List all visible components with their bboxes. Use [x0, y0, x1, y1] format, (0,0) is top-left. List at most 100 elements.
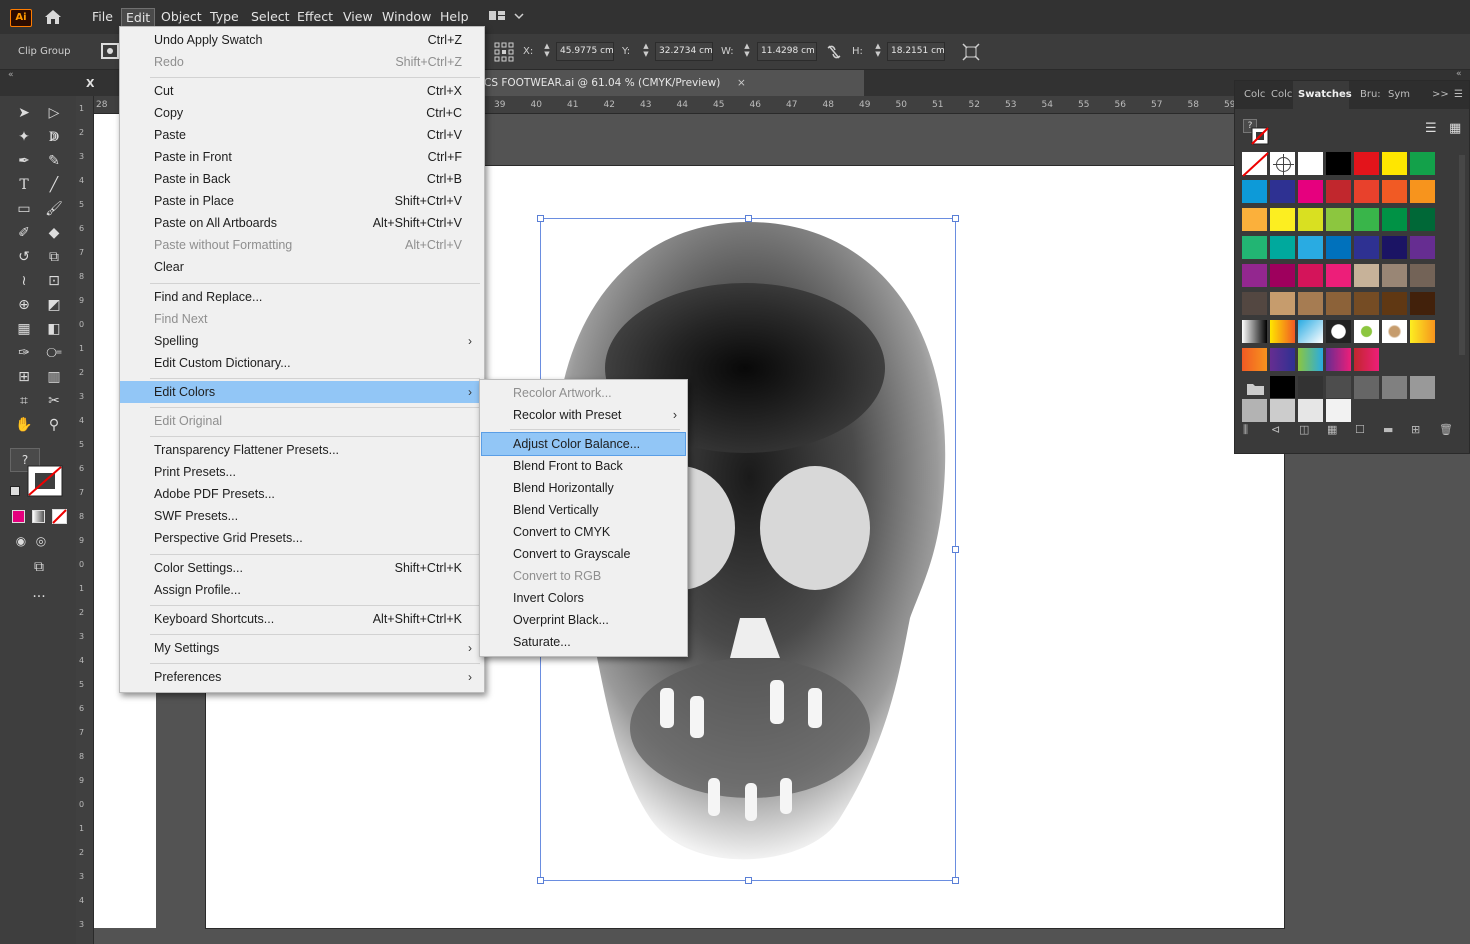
menu-item-undo[interactable]: Undo Apply Swatch Ctrl+Z	[120, 29, 484, 51]
gradient-swatch[interactable]	[1325, 319, 1352, 344]
list-view-icon[interactable]: ☰	[1425, 121, 1437, 136]
menu-item-paste-in-place[interactable]: Paste in Place Shift+Ctrl+V	[120, 190, 484, 212]
tab-swatches[interactable]: Swatches	[1298, 89, 1352, 100]
new-group-icon[interactable]: ▬	[1383, 423, 1403, 436]
tab-brushes[interactable]: Bru:	[1360, 89, 1381, 100]
menu-item-find-and-replace[interactable]: Find and Replace...	[120, 286, 484, 308]
gradient-swatch[interactable]	[1241, 319, 1268, 344]
rotate-tool-icon[interactable]: ↺	[13, 246, 35, 268]
handle-middle-right[interactable]	[952, 546, 959, 553]
submenu-item-blend-front-to-back[interactable]: Blend Front to Back	[480, 455, 687, 477]
home-icon[interactable]	[42, 8, 64, 26]
artboard-tool-icon[interactable]: ⌗	[13, 390, 35, 412]
gray-swatch[interactable]	[1409, 375, 1436, 400]
lasso-tool-icon[interactable]: ↇ	[43, 126, 65, 148]
color-swatch[interactable]	[1353, 291, 1380, 316]
color-swatch[interactable]	[1241, 179, 1268, 204]
hand-tool-icon[interactable]: ✋	[13, 414, 35, 436]
color-swatch[interactable]	[1269, 179, 1296, 204]
panel-menu-icon[interactable]: ☰	[1454, 89, 1463, 100]
color-swatch[interactable]	[1409, 263, 1436, 288]
gradient-swatch[interactable]	[1241, 347, 1268, 372]
color-swatch[interactable]	[1325, 151, 1352, 176]
menu-item-transparency-flattener-presets[interactable]: Transparency Flattener Presets...	[120, 439, 484, 461]
color-mode-icon[interactable]	[12, 510, 25, 523]
menu-item-copy[interactable]: Copy Ctrl+C	[120, 102, 484, 124]
submenu-item-blend-vertically[interactable]: Blend Vertically	[480, 499, 687, 521]
color-swatch[interactable]	[1325, 263, 1352, 288]
color-swatch[interactable]	[1297, 179, 1324, 204]
grid-view-icon[interactable]: ▦	[1449, 121, 1461, 136]
color-swatch[interactable]	[1353, 151, 1380, 176]
menu-object[interactable]: Object	[157, 8, 206, 28]
color-swatch[interactable]	[1297, 235, 1324, 260]
gradient-mode-icon[interactable]	[32, 510, 45, 523]
handle-top-left[interactable]	[537, 215, 544, 222]
color-swatch[interactable]	[1353, 235, 1380, 260]
submenu-item-saturate[interactable]: Saturate...	[480, 631, 687, 653]
x-stepper-icon[interactable]: ▲ ▼	[542, 42, 552, 60]
color-swatch[interactable]	[1297, 207, 1324, 232]
menu-item-spelling[interactable]: Spelling ›	[120, 330, 484, 352]
menu-item-color-settings[interactable]: Color Settings... Shift+Ctrl+K	[120, 557, 484, 579]
rectangle-tool-icon[interactable]: ▭	[13, 198, 35, 220]
none-mode-icon[interactable]	[52, 509, 67, 524]
color-swatch[interactable]	[1325, 179, 1352, 204]
shaper-tool-icon[interactable]: ✐	[13, 222, 35, 244]
submenu-item-overprint-black[interactable]: Overprint Black...	[480, 609, 687, 631]
handle-top-center[interactable]	[745, 215, 752, 222]
gradient-swatch[interactable]	[1381, 319, 1408, 344]
slice-tool-icon[interactable]: ✂	[43, 390, 65, 412]
eraser-tool-icon[interactable]: ◆	[43, 222, 65, 244]
gradient-swatch[interactable]	[1269, 319, 1296, 344]
menu-item-clear[interactable]: Clear	[120, 256, 484, 278]
pen-tool-icon[interactable]: ✒	[13, 150, 35, 172]
eyedropper-tool-icon[interactable]: ✑	[13, 342, 35, 364]
color-group-icon[interactable]: ▦	[1327, 423, 1347, 436]
color-swatch[interactable]	[1409, 291, 1436, 316]
selection-tool-icon[interactable]: ➤	[13, 102, 35, 124]
shape-builder-tool-icon[interactable]: ⊕	[13, 294, 35, 316]
menu-item-find-next[interactable]: Find Next	[120, 308, 484, 330]
gradient-swatch[interactable]	[1269, 347, 1296, 372]
symbol-sprayer-tool-icon[interactable]: ⊞	[13, 366, 35, 388]
gradient-swatch[interactable]	[1353, 319, 1380, 344]
swatch-folder-icon[interactable]	[1241, 375, 1268, 400]
column-graph-tool-icon[interactable]: ▥	[43, 366, 65, 388]
handle-top-right[interactable]	[952, 215, 959, 222]
menu-item-paste[interactable]: Paste Ctrl+V	[120, 124, 484, 146]
menu-select[interactable]: Select	[247, 8, 294, 28]
color-swatch[interactable]	[1269, 207, 1296, 232]
gray-swatch[interactable]	[1325, 398, 1352, 423]
reference-point-icon[interactable]	[494, 42, 514, 62]
perspective-grid-tool-icon[interactable]: ◩	[43, 294, 65, 316]
width-tool-icon[interactable]: ≀	[13, 270, 35, 292]
submenu-item-blend-horizontally[interactable]: Blend Horizontally	[480, 477, 687, 499]
gradient-tool-icon[interactable]: ◧	[43, 318, 65, 340]
menu-help[interactable]: Help	[436, 8, 473, 28]
y-field[interactable]: 32.2734 cm	[655, 42, 713, 61]
gradient-swatch[interactable]	[1297, 347, 1324, 372]
color-swatch[interactable]	[1353, 207, 1380, 232]
menu-item-keyboard-shortcuts[interactable]: Keyboard Shortcuts... Alt+Shift+Ctrl+K	[120, 608, 484, 630]
menu-item-paste-on-all-artboards[interactable]: Paste on All Artboards Alt+Shift+Ctrl+V	[120, 212, 484, 234]
menu-item-preferences[interactable]: Preferences ›	[120, 666, 484, 688]
menu-edit[interactable]: Edit	[121, 8, 156, 28]
menu-item-paste-in-back[interactable]: Paste in Back Ctrl+B	[120, 168, 484, 190]
handle-bottom-center[interactable]	[745, 877, 752, 884]
color-swatch[interactable]	[1297, 291, 1324, 316]
color-swatch[interactable]	[1409, 151, 1436, 176]
handle-bottom-right[interactable]	[952, 877, 959, 884]
submenu-item-convert-to-cmyk[interactable]: Convert to CMYK	[480, 521, 687, 543]
link-icon[interactable]	[826, 45, 842, 59]
swatch-none-icon[interactable]	[1241, 151, 1269, 177]
draw-normal-icon[interactable]: ◉	[10, 530, 32, 552]
color-swatch[interactable]	[1241, 207, 1268, 232]
color-swatch[interactable]	[1381, 291, 1408, 316]
color-swatch[interactable]	[1381, 179, 1408, 204]
swatch-registration-icon[interactable]	[1269, 151, 1296, 176]
color-swatch[interactable]	[1325, 291, 1352, 316]
handle-bottom-left[interactable]	[537, 877, 544, 884]
color-swatch[interactable]	[1409, 235, 1436, 260]
color-swatch[interactable]	[1241, 291, 1268, 316]
